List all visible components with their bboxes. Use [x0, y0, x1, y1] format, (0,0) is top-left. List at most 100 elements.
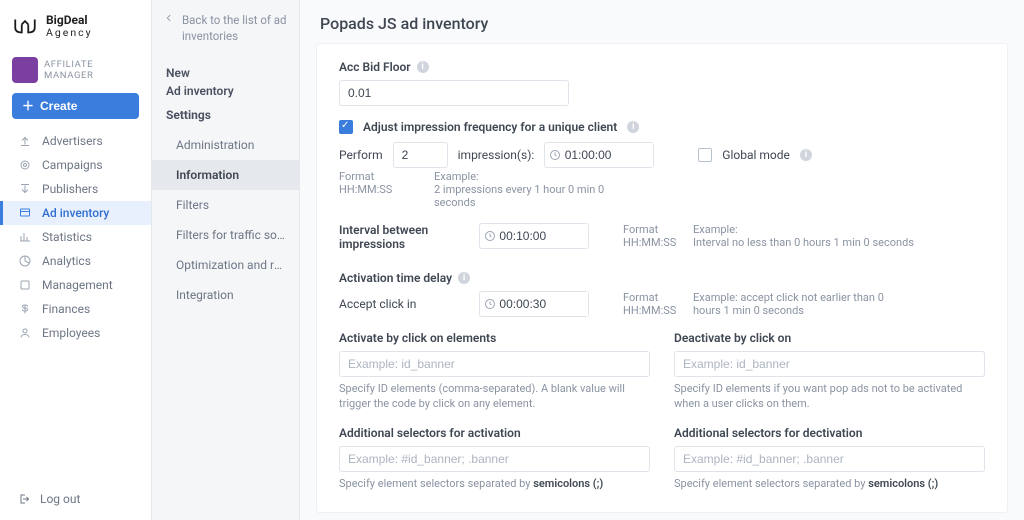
interval-label: Interval between impressions: [339, 223, 469, 251]
impressions-label: impression(s):: [458, 148, 535, 162]
sub-nav: Administration Information Filters Filte…: [152, 130, 299, 310]
role-label: AFFILIATE MANAGER: [44, 59, 139, 81]
impression-time: [544, 142, 654, 168]
info-icon: i: [458, 272, 470, 284]
nav-label: Management: [42, 278, 113, 292]
nav-ad-inventory[interactable]: Ad inventory: [0, 201, 151, 225]
interval-input-wrap: [479, 223, 589, 249]
chevron-left-icon: [164, 12, 174, 44]
sub-item-integration[interactable]: Integration: [152, 280, 299, 310]
nav-label: Finances: [42, 302, 90, 316]
create-button[interactable]: ＋ Create: [12, 93, 139, 119]
info-icon: i: [800, 149, 812, 161]
sub-item-filters-traffic[interactable]: Filters for traffic sour...: [152, 220, 299, 250]
settings-panel: Acc Bid Floor i Adjust impression freque…: [316, 43, 1008, 513]
main-nav: Advertisers Campaigns Publishers Ad inve…: [0, 129, 151, 345]
inventory-icon: [18, 207, 32, 219]
format-hint: Format HH:MM:SS: [623, 223, 683, 249]
nav-label: Publishers: [42, 182, 98, 196]
setup-icon: [18, 279, 32, 291]
nav-label: Ad inventory: [42, 206, 109, 220]
deactivate-click-hint: Specify ID elements if you want pop ads …: [674, 381, 985, 412]
user-icon: [18, 327, 32, 339]
sub-item-information[interactable]: Information: [152, 160, 299, 190]
nav-publishers[interactable]: Publishers: [0, 177, 151, 201]
accept-click-example: Example: accept click not earlier than 0…: [693, 291, 913, 317]
sub-new: New: [152, 66, 299, 84]
sub-sidebar: Back to the list of ad inventories New A…: [152, 0, 300, 520]
deactivate-click-input[interactable]: [674, 351, 985, 377]
add-sel-deact-hint: Specify element selectors separated by s…: [674, 476, 985, 491]
nav-label: Analytics: [42, 254, 91, 268]
nav-analytics[interactable]: Analytics: [0, 249, 151, 273]
interval-example: Example: Interval no less than 0 hours 1…: [693, 223, 914, 249]
acc-bid-floor-input[interactable]: [339, 80, 569, 106]
nav-label: Employees: [42, 326, 100, 340]
perform-input[interactable]: [393, 142, 448, 168]
clock-icon: [545, 149, 564, 161]
role-row: AFFILIATE MANAGER: [0, 53, 151, 93]
nav-employees[interactable]: Employees: [0, 321, 151, 345]
perform-label: Perform: [339, 148, 383, 162]
global-mode-label: Global mode: [722, 148, 790, 162]
nav-statistics[interactable]: Statistics: [0, 225, 151, 249]
add-sel-act-label: Additional selectors for activation: [339, 426, 650, 440]
impression-time-input[interactable]: [565, 143, 654, 167]
page-title: Popads JS ad inventory: [300, 0, 1024, 43]
adjust-frequency-label: Adjust impression frequency for a unique…: [363, 120, 617, 134]
nav-advertisers[interactable]: Advertisers: [0, 129, 151, 153]
add-sel-act-hint: Specify element selectors separated by s…: [339, 476, 650, 491]
global-mode-checkbox[interactable]: [698, 148, 712, 162]
sub-title: Ad inventory: [152, 84, 299, 102]
clock-icon: [480, 298, 499, 310]
nav-management[interactable]: Management: [0, 273, 151, 297]
format-hint: Format HH:MM:SS: [339, 170, 394, 209]
create-button-label: Create: [40, 99, 77, 113]
dollar-icon: [18, 303, 32, 315]
download-icon: [18, 183, 32, 195]
upload-icon: [18, 135, 32, 147]
nav-label: Statistics: [42, 230, 92, 244]
accept-click-input[interactable]: [499, 292, 588, 316]
sub-item-optimization[interactable]: Optimization and rules: [152, 250, 299, 280]
add-sel-deact-label: Additional selectors for dectivation: [674, 426, 985, 440]
nav-finances[interactable]: Finances: [0, 297, 151, 321]
add-sel-act-input[interactable]: [339, 446, 650, 472]
info-icon: i: [417, 61, 429, 73]
nav-label: Advertisers: [42, 134, 103, 148]
logout-label: Log out: [40, 492, 80, 506]
adjust-frequency-checkbox[interactable]: [339, 120, 353, 134]
pie-icon: [18, 255, 32, 267]
info-icon: i: [627, 121, 639, 133]
main-sidebar: BigDeal Agency AFFILIATE MANAGER ＋ Creat…: [0, 0, 152, 520]
sub-item-administration[interactable]: Administration: [152, 130, 299, 160]
interval-input[interactable]: [499, 224, 588, 248]
logout-icon: [18, 493, 30, 505]
activation-delay-label: Activation time delay: [339, 271, 452, 285]
main-content: Popads JS ad inventory Acc Bid Floor i A…: [300, 0, 1024, 520]
chart-icon: [18, 231, 32, 243]
back-link[interactable]: Back to the list of ad inventories: [152, 12, 299, 60]
plus-icon: ＋: [22, 97, 34, 114]
brand: BigDeal Agency: [0, 10, 151, 53]
activate-click-hint: Specify ID elements (comma-separated). A…: [339, 381, 650, 412]
accept-click-label: Accept click in: [339, 297, 469, 311]
deactivate-click-label: Deactivate by click on: [674, 331, 985, 345]
role-badge-icon: [12, 57, 38, 83]
clock-icon: [480, 230, 499, 242]
add-sel-deact-input[interactable]: [674, 446, 985, 472]
target-icon: [18, 159, 32, 171]
acc-bid-floor-label: Acc Bid Floor: [339, 60, 411, 74]
activate-click-input[interactable]: [339, 351, 650, 377]
sub-settings: Settings: [152, 102, 299, 124]
accept-click-wrap: [479, 291, 589, 317]
brand-logo-icon: [12, 16, 38, 36]
back-link-label: Back to the list of ad inventories: [182, 12, 287, 44]
format-hint: Format HH:MM:SS: [623, 291, 683, 317]
nav-campaigns[interactable]: Campaigns: [0, 153, 151, 177]
nav-label: Campaigns: [42, 158, 103, 172]
sub-item-filters[interactable]: Filters: [152, 190, 299, 220]
example-hint: Example: 2 impressions every 1 hour 0 mi…: [434, 170, 634, 209]
brand-name: BigDeal Agency: [46, 14, 93, 39]
logout-button[interactable]: Log out: [0, 482, 151, 520]
